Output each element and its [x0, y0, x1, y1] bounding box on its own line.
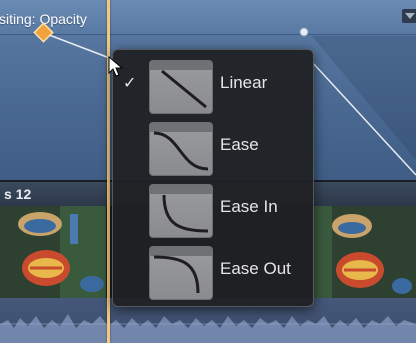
ease-in-curve-icon	[149, 184, 213, 238]
clip-name: s 12	[4, 186, 32, 202]
menu-item-ease[interactable]: Ease	[113, 115, 313, 177]
menu-item-label: Linear	[220, 73, 268, 92]
menu-item-label: Ease In	[220, 197, 278, 216]
linear-curve-icon	[149, 60, 213, 114]
menu-item-label: Ease Out	[220, 259, 291, 278]
keyframe-curve-menu: ✓ Linear Ease Ease In Ease Out	[112, 49, 314, 307]
mouse-cursor-icon	[108, 56, 124, 77]
keyframe-marker-small[interactable]	[299, 27, 309, 37]
playhead[interactable]	[107, 0, 110, 343]
menu-item-ease-out[interactable]: Ease Out	[113, 239, 313, 301]
menu-item-linear[interactable]: ✓ Linear	[113, 53, 313, 115]
ease-curve-icon	[149, 122, 213, 176]
checkmark-icon: ✓	[123, 75, 137, 92]
ease-out-curve-icon	[149, 246, 213, 300]
clip-thumbnail	[0, 206, 106, 300]
menu-item-ease-in[interactable]: Ease In	[113, 177, 313, 239]
clip-thumbnail	[312, 206, 416, 300]
keyframe-diamond[interactable]	[33, 22, 54, 43]
timeline-stage: siting: Opacity s 12 ✓ Linear Ease Ease …	[0, 0, 416, 343]
menu-item-label: Ease	[220, 135, 259, 154]
